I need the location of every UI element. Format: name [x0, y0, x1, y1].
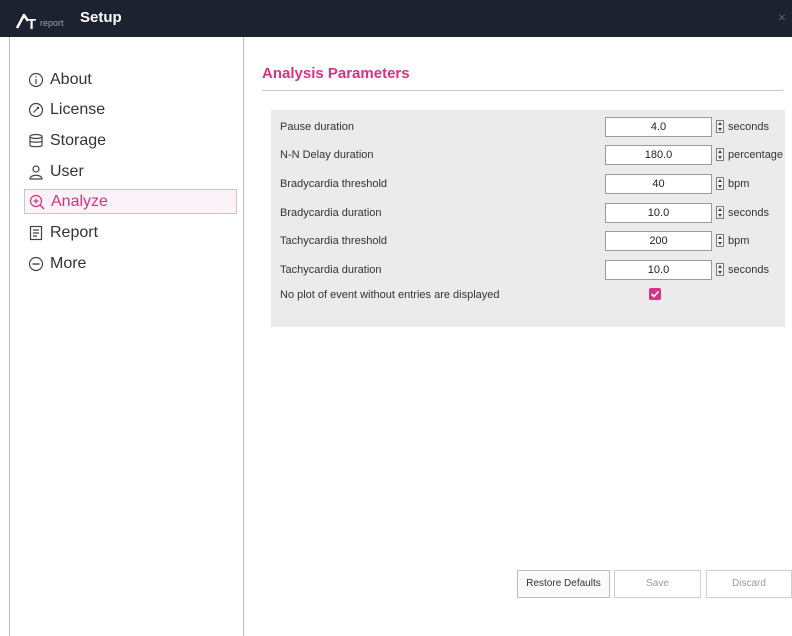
- param-unit: seconds: [728, 264, 769, 276]
- license-icon: [28, 102, 44, 118]
- section-divider: [262, 90, 783, 91]
- param-row-tachy-duration: Tachycardia duration 10.0 seconds: [280, 260, 785, 282]
- param-row-brady-threshold: Bradycardia threshold 40 bpm: [280, 174, 785, 196]
- spinner-icon[interactable]: [716, 206, 724, 219]
- sidebar-item-analyze[interactable]: Analyze: [24, 189, 237, 214]
- database-icon: [28, 133, 44, 149]
- logo-subtitle: report: [40, 18, 64, 28]
- param-label: Bradycardia threshold: [280, 178, 388, 190]
- app-logo: T report: [16, 10, 64, 30]
- parameters-panel: Pause duration 4.0 seconds N-N Delay dur…: [271, 110, 785, 327]
- info-icon: [28, 72, 44, 88]
- param-row-nn-delay: N-N Delay duration 180.0 percentage: [280, 145, 785, 167]
- section-title: Analysis Parameters: [262, 65, 410, 82]
- sidebar-item-user[interactable]: User: [24, 159, 237, 184]
- sidebar-item-report[interactable]: Report: [24, 220, 237, 245]
- report-icon: [28, 225, 44, 241]
- tachy-duration-input[interactable]: 10.0: [605, 260, 712, 280]
- logo-letter: T: [27, 16, 36, 30]
- sidebar-item-about[interactable]: About: [24, 67, 237, 92]
- restore-defaults-button[interactable]: Restore Defaults: [517, 570, 610, 598]
- param-label: N-N Delay duration: [280, 149, 374, 161]
- nn-delay-input[interactable]: 180.0: [605, 145, 712, 165]
- param-row-tachy-threshold: Tachycardia threshold 200 bpm: [280, 231, 785, 253]
- sidebar-item-label: Analyze: [51, 192, 108, 210]
- spinner-icon[interactable]: [716, 148, 724, 161]
- sidebar-item-label: About: [50, 70, 92, 88]
- close-icon[interactable]: ×: [778, 9, 786, 25]
- pause-duration-input[interactable]: 4.0: [605, 117, 712, 137]
- sidebar-item-storage[interactable]: Storage: [24, 128, 237, 153]
- sidebar-item-label: Storage: [50, 131, 107, 149]
- title-bar: T report Setup ×: [0, 0, 792, 37]
- param-unit: seconds: [728, 207, 769, 219]
- param-label: Pause duration: [280, 121, 354, 133]
- save-button[interactable]: Save: [614, 570, 701, 598]
- sidebar-item-label: More: [50, 254, 87, 272]
- sidebar-item-label: Report: [50, 223, 99, 241]
- user-icon: [28, 164, 44, 180]
- more-icon: [28, 256, 44, 272]
- spinner-icon[interactable]: [716, 177, 724, 190]
- spinner-icon[interactable]: [716, 120, 724, 133]
- param-label: Bradycardia duration: [280, 207, 382, 219]
- spinner-icon[interactable]: [716, 263, 724, 276]
- discard-button[interactable]: Discard: [706, 570, 792, 598]
- param-unit: bpm: [728, 235, 750, 247]
- param-row-pause-duration: Pause duration 4.0 seconds: [280, 117, 785, 139]
- brady-threshold-input[interactable]: 40: [605, 174, 712, 194]
- brady-duration-input[interactable]: 10.0: [605, 203, 712, 223]
- spinner-icon[interactable]: [716, 234, 724, 247]
- logo-mark-icon: T: [16, 13, 36, 30]
- main-content: Analysis Parameters Pause duration 4.0 s…: [244, 37, 792, 636]
- sidebar-item-label: License: [50, 100, 106, 118]
- param-label: Tachycardia duration: [280, 264, 382, 276]
- sidebar: About License Storage User Analyze Repor…: [9, 37, 244, 636]
- sidebar-item-more[interactable]: More: [24, 251, 237, 276]
- no-plot-checkbox[interactable]: [649, 288, 661, 300]
- sidebar-item-label: User: [50, 162, 84, 180]
- checkbox-label: No plot of event without entries are dis…: [280, 289, 500, 301]
- tachy-threshold-input[interactable]: 200: [605, 231, 712, 251]
- analyze-icon: [29, 194, 45, 210]
- param-unit: bpm: [728, 178, 750, 190]
- sidebar-item-license[interactable]: License: [24, 97, 237, 122]
- window-title: Setup: [80, 9, 122, 26]
- param-unit: seconds: [728, 121, 769, 133]
- param-row-brady-duration: Bradycardia duration 10.0 seconds: [280, 203, 785, 225]
- checkmark-icon: [650, 290, 660, 298]
- param-label: Tachycardia threshold: [280, 235, 388, 247]
- param-row-no-plot: No plot of event without entries are dis…: [280, 285, 785, 307]
- param-unit: percentage: [728, 149, 784, 161]
